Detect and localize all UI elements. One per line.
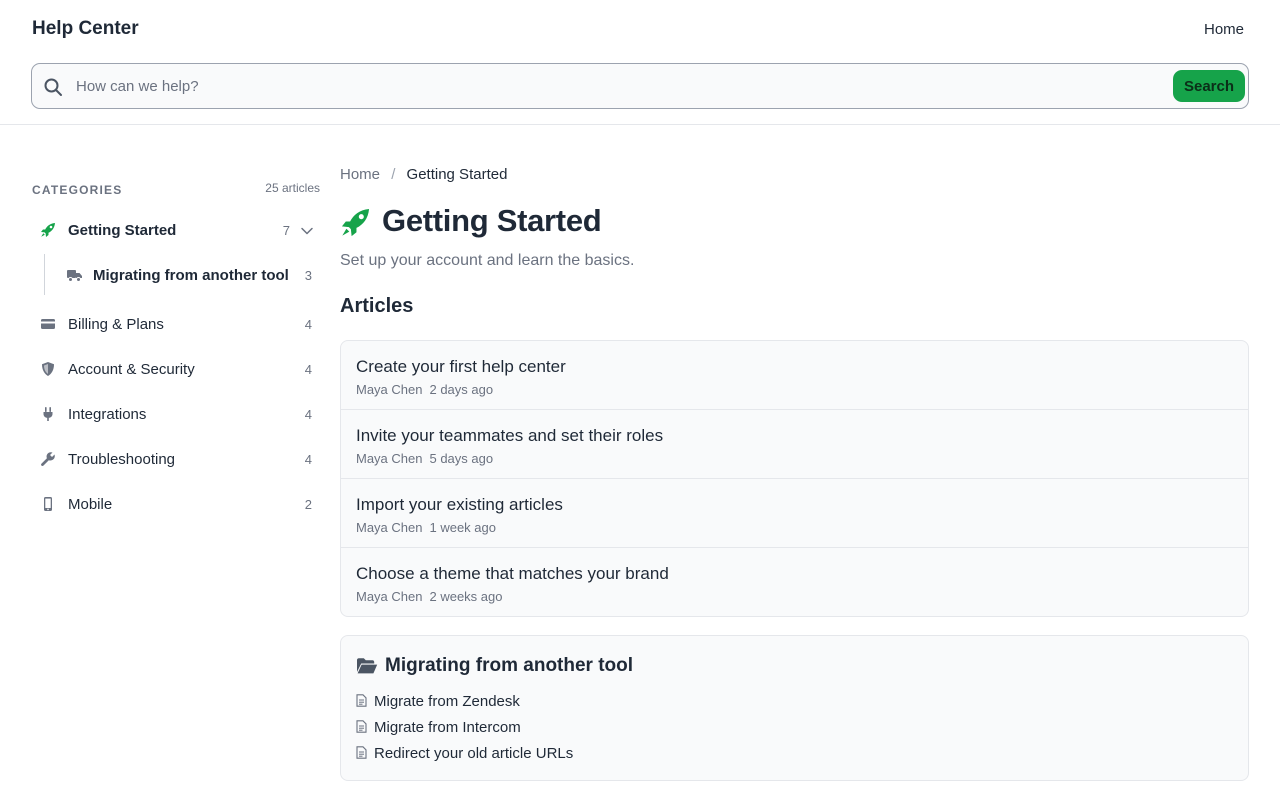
categories-total: 25 articles (265, 181, 320, 195)
sidebar-item-count: 7 (282, 223, 290, 238)
article-author: Maya Chen (356, 520, 423, 535)
sidebar-item-billing-plans[interactable]: Billing & Plans 4 (32, 305, 320, 345)
article-author: Maya Chen (356, 382, 423, 397)
breadcrumb-separator: / (391, 166, 396, 183)
sidebar-subitem-count: 3 (304, 268, 312, 283)
wrench-icon (41, 452, 55, 466)
article-time: 1 week ago (429, 520, 496, 535)
articles-heading: Articles (340, 295, 414, 317)
sidebar-item-count: 2 (304, 497, 312, 512)
nav-home-link[interactable]: Home (1204, 21, 1244, 38)
sidebar-item-label: Getting Started (68, 222, 177, 239)
sidebar-item-label: Account & Security (68, 361, 195, 378)
article-row[interactable]: Choose a theme that matches your brand M… (341, 548, 1248, 616)
sidebar-item-integrations[interactable]: Integrations 4 (32, 395, 320, 435)
search-button[interactable]: Search (1173, 70, 1245, 102)
article-meta: Maya Chen 5 days ago (356, 451, 493, 466)
sidebar-item-count: 4 (304, 317, 312, 332)
sidebar-item-count: 4 (304, 452, 312, 467)
shield-icon (42, 362, 54, 376)
sidebar-item-getting-started[interactable]: Getting Started 7 (32, 211, 320, 251)
sidebar-item-account-security[interactable]: Account & Security 4 (32, 350, 320, 390)
subcategory-article-label: Migrate from Zendesk (374, 693, 520, 710)
sidebar-subitem-migrating[interactable]: Migrating from another tool 3 (58, 256, 320, 296)
article-meta: Maya Chen 2 days ago (356, 382, 493, 397)
article-meta: Maya Chen 2 weeks ago (356, 589, 502, 604)
article-title[interactable]: Create your first help center (356, 357, 566, 377)
subcategory-article-label: Redirect your old article URLs (374, 745, 574, 762)
article-author: Maya Chen (356, 451, 423, 466)
sidebar-item-label: Billing & Plans (68, 316, 164, 333)
breadcrumb-home-link[interactable]: Home (340, 166, 380, 183)
page-subtitle: Set up your account and learn the basics… (340, 252, 635, 269)
rocket-icon (41, 223, 55, 237)
document-icon (356, 746, 367, 759)
article-meta: Maya Chen 1 week ago (356, 520, 496, 535)
article-author: Maya Chen (356, 589, 423, 604)
breadcrumb: Home / Getting Started (340, 166, 507, 183)
sidebar-item-count: 4 (304, 362, 312, 377)
article-title[interactable]: Choose a theme that matches your brand (356, 564, 669, 584)
article-time: 2 weeks ago (429, 589, 503, 604)
sidebar-item-label: Integrations (68, 406, 147, 423)
subcategory-rail (44, 254, 45, 295)
sidebar-item-troubleshooting[interactable]: Troubleshooting 4 (32, 440, 320, 480)
credit-card-icon (41, 319, 55, 329)
categories-header: CATEGORIES 25 articles (32, 181, 320, 199)
sidebar-subitem-label: Migrating from another tool (93, 267, 289, 284)
search-icon (44, 78, 62, 96)
articles-list: Create your first help center Maya Chen 2… (340, 340, 1249, 617)
brand-title[interactable]: Help Center (32, 18, 139, 40)
article-row[interactable]: Import your existing articles Maya Chen 1… (341, 479, 1248, 548)
breadcrumb-current: Getting Started (406, 166, 508, 183)
categories-title: CATEGORIES (32, 183, 123, 197)
article-row[interactable]: Create your first help center Maya Chen 2… (341, 341, 1248, 410)
subcategory-card: Migrating from another tool Migrate from… (340, 635, 1249, 781)
subcategory-article-link[interactable]: Migrate from Zendesk (356, 693, 520, 715)
article-time: 2 days ago (429, 382, 494, 397)
sidebar-item-label: Mobile (68, 496, 113, 513)
truck-icon (67, 270, 82, 282)
mobile-icon (44, 497, 52, 511)
subcategory-article-link[interactable]: Migrate from Intercom (356, 719, 521, 741)
article-title[interactable]: Invite your teammates and set their role… (356, 426, 663, 446)
article-time: 5 days ago (429, 451, 494, 466)
search-bar: Search (31, 63, 1249, 109)
chevron-down-icon[interactable] (300, 224, 314, 238)
header: Help Center Home Search (0, 0, 1280, 125)
plug-icon (43, 407, 53, 421)
subcategory-article-link[interactable]: Redirect your old article URLs (356, 745, 573, 767)
search-input[interactable] (76, 70, 1156, 102)
sidebar-item-count: 4 (304, 407, 312, 422)
sidebar-item-mobile[interactable]: Mobile 2 (32, 485, 320, 525)
subcategory-title[interactable]: Migrating from another tool (385, 655, 633, 677)
document-icon (356, 694, 367, 707)
folder-open-icon (357, 658, 378, 674)
rocket-icon (341, 208, 370, 237)
page-title: Getting Started (382, 203, 602, 238)
subcategory-article-label: Migrate from Intercom (374, 719, 521, 736)
article-title[interactable]: Import your existing articles (356, 495, 563, 515)
sidebar-item-label: Troubleshooting (68, 451, 176, 468)
article-row[interactable]: Invite your teammates and set their role… (341, 410, 1248, 479)
document-icon (356, 720, 367, 733)
